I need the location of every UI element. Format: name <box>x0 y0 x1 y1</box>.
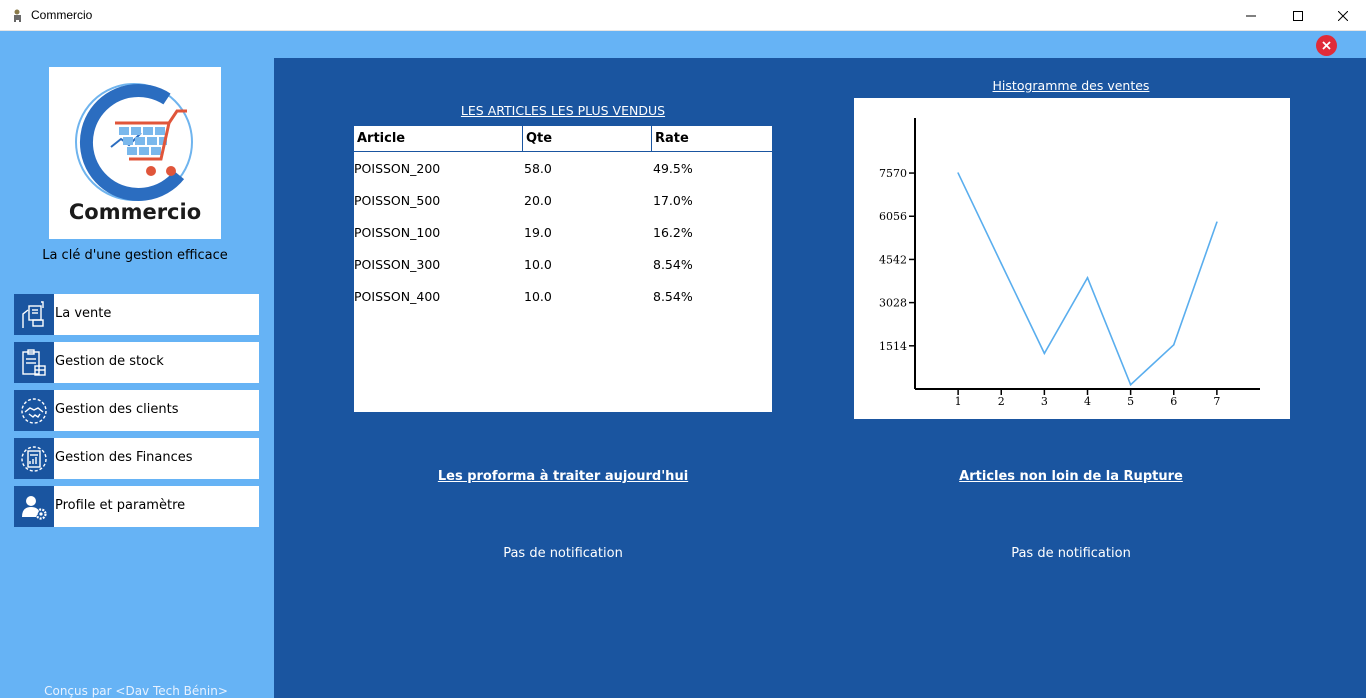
cell-article: POISSON_200 <box>354 161 441 176</box>
cell-rate: 16.2% <box>653 225 693 240</box>
x-tick-label: 5 <box>1127 395 1134 408</box>
maximize-button[interactable] <box>1275 0 1321 31</box>
rupture-empty-message: Pas de notification <box>1011 546 1131 561</box>
x-tick-label: 6 <box>1170 395 1177 408</box>
dashboard-panel: LES ARTICLES LES PLUS VENDUS Article Qte… <box>274 58 1366 698</box>
nav-label: Profile et paramètre <box>55 498 186 513</box>
app-icon <box>14 9 21 22</box>
cell-article: POISSON_400 <box>354 289 441 304</box>
y-tick-label: 1514 <box>879 340 907 353</box>
close-window-button[interactable] <box>1320 0 1366 31</box>
table-header: Article Qte Rate <box>354 126 772 152</box>
proforma-empty-message: Pas de notification <box>503 546 623 561</box>
data-point <box>1086 276 1089 279</box>
nav-item-clients[interactable]: Gestion des clients <box>14 390 259 431</box>
column-header-article[interactable]: Article <box>354 126 523 152</box>
window-title: Commercio <box>31 8 93 22</box>
user-settings-icon <box>14 486 54 527</box>
close-icon <box>1322 41 1331 50</box>
proforma-title: Les proforma à traiter aujourd'hui <box>437 469 689 484</box>
nav-item-stock[interactable]: Gestion de stock <box>14 342 259 383</box>
cell-article: POISSON_100 <box>354 225 441 240</box>
nav-item-vente[interactable]: La vente <box>14 294 259 335</box>
tagline: La clé d'une gestion efficace <box>42 248 228 263</box>
sales-line-chart: 1514 3028 4542 6056 7570 1 2 3 4 5 6 7 <box>879 118 1260 408</box>
top-sellers-title: LES ARTICLES LES PLUS VENDUS <box>460 103 666 118</box>
x-tick-label: 4 <box>1084 395 1091 408</box>
cash-register-icon <box>14 294 54 335</box>
minimize-icon <box>1246 15 1256 16</box>
cell-article: POISSON_300 <box>354 257 441 272</box>
column-header-qte[interactable]: Qte <box>523 126 652 152</box>
x-tick-label: 2 <box>998 395 1005 408</box>
data-point <box>1043 352 1046 355</box>
y-tick-label: 3028 <box>879 297 907 310</box>
cell-qte: 10.0 <box>524 257 552 272</box>
cell-article: POISSON_500 <box>354 193 441 208</box>
data-point <box>1172 343 1175 346</box>
minimize-button[interactable] <box>1228 0 1274 31</box>
column-header-rate[interactable]: Rate <box>652 126 772 152</box>
finance-report-icon <box>14 438 54 479</box>
nav-label: Gestion des Finances <box>55 450 193 465</box>
y-tick-label: 4542 <box>879 253 907 266</box>
data-point <box>1129 383 1132 386</box>
top-strip <box>274 31 1366 58</box>
logo-text: Commercio <box>68 200 202 224</box>
data-point <box>957 172 959 174</box>
close-app-button[interactable] <box>1316 35 1337 56</box>
title-bar: Commercio <box>0 0 1366 31</box>
x-tick-label: 7 <box>1213 395 1220 408</box>
nav-label: La vente <box>55 306 112 321</box>
cell-rate: 17.0% <box>653 193 693 208</box>
nav-label: Gestion des clients <box>55 402 179 417</box>
chart-title: Histogramme des ventes <box>992 78 1150 93</box>
cell-rate: 49.5% <box>653 161 693 176</box>
top-sellers-table: Article Qte Rate POISSON_200 58.0 49.5% … <box>354 126 772 412</box>
cell-qte: 58.0 <box>524 161 552 176</box>
y-tick-label: 7570 <box>879 167 907 180</box>
data-point <box>1000 262 1003 265</box>
y-tick-label: 6056 <box>879 210 907 223</box>
cell-qte: 19.0 <box>524 225 552 240</box>
x-tick-label: 3 <box>1041 395 1048 408</box>
handshake-icon <box>14 390 54 431</box>
clipboard-boxes-icon <box>14 342 54 383</box>
close-icon <box>1338 10 1348 21</box>
maximize-icon <box>1293 10 1303 21</box>
cell-rate: 8.54% <box>653 257 693 272</box>
sales-chart: 1514 3028 4542 6056 7570 1 2 3 4 5 6 7 <box>854 98 1290 419</box>
sidebar: Commercio La clé d'une gestion efficace … <box>0 31 274 698</box>
cell-rate: 8.54% <box>653 289 693 304</box>
data-point <box>1216 221 1218 223</box>
cell-qte: 10.0 <box>524 289 552 304</box>
series-line <box>957 172 1218 387</box>
nav-item-finances[interactable]: Gestion des Finances <box>14 438 259 479</box>
rupture-title: Articles non loin de la Rupture <box>959 469 1183 484</box>
x-tick-label: 1 <box>955 395 962 408</box>
credits: Conçus par <Dav Tech Bénin> <box>44 684 228 698</box>
nav-item-profile[interactable]: Profile et paramètre <box>14 486 259 527</box>
nav-label: Gestion de stock <box>55 354 164 369</box>
logo: Commercio <box>49 67 221 239</box>
cell-qte: 20.0 <box>524 193 552 208</box>
